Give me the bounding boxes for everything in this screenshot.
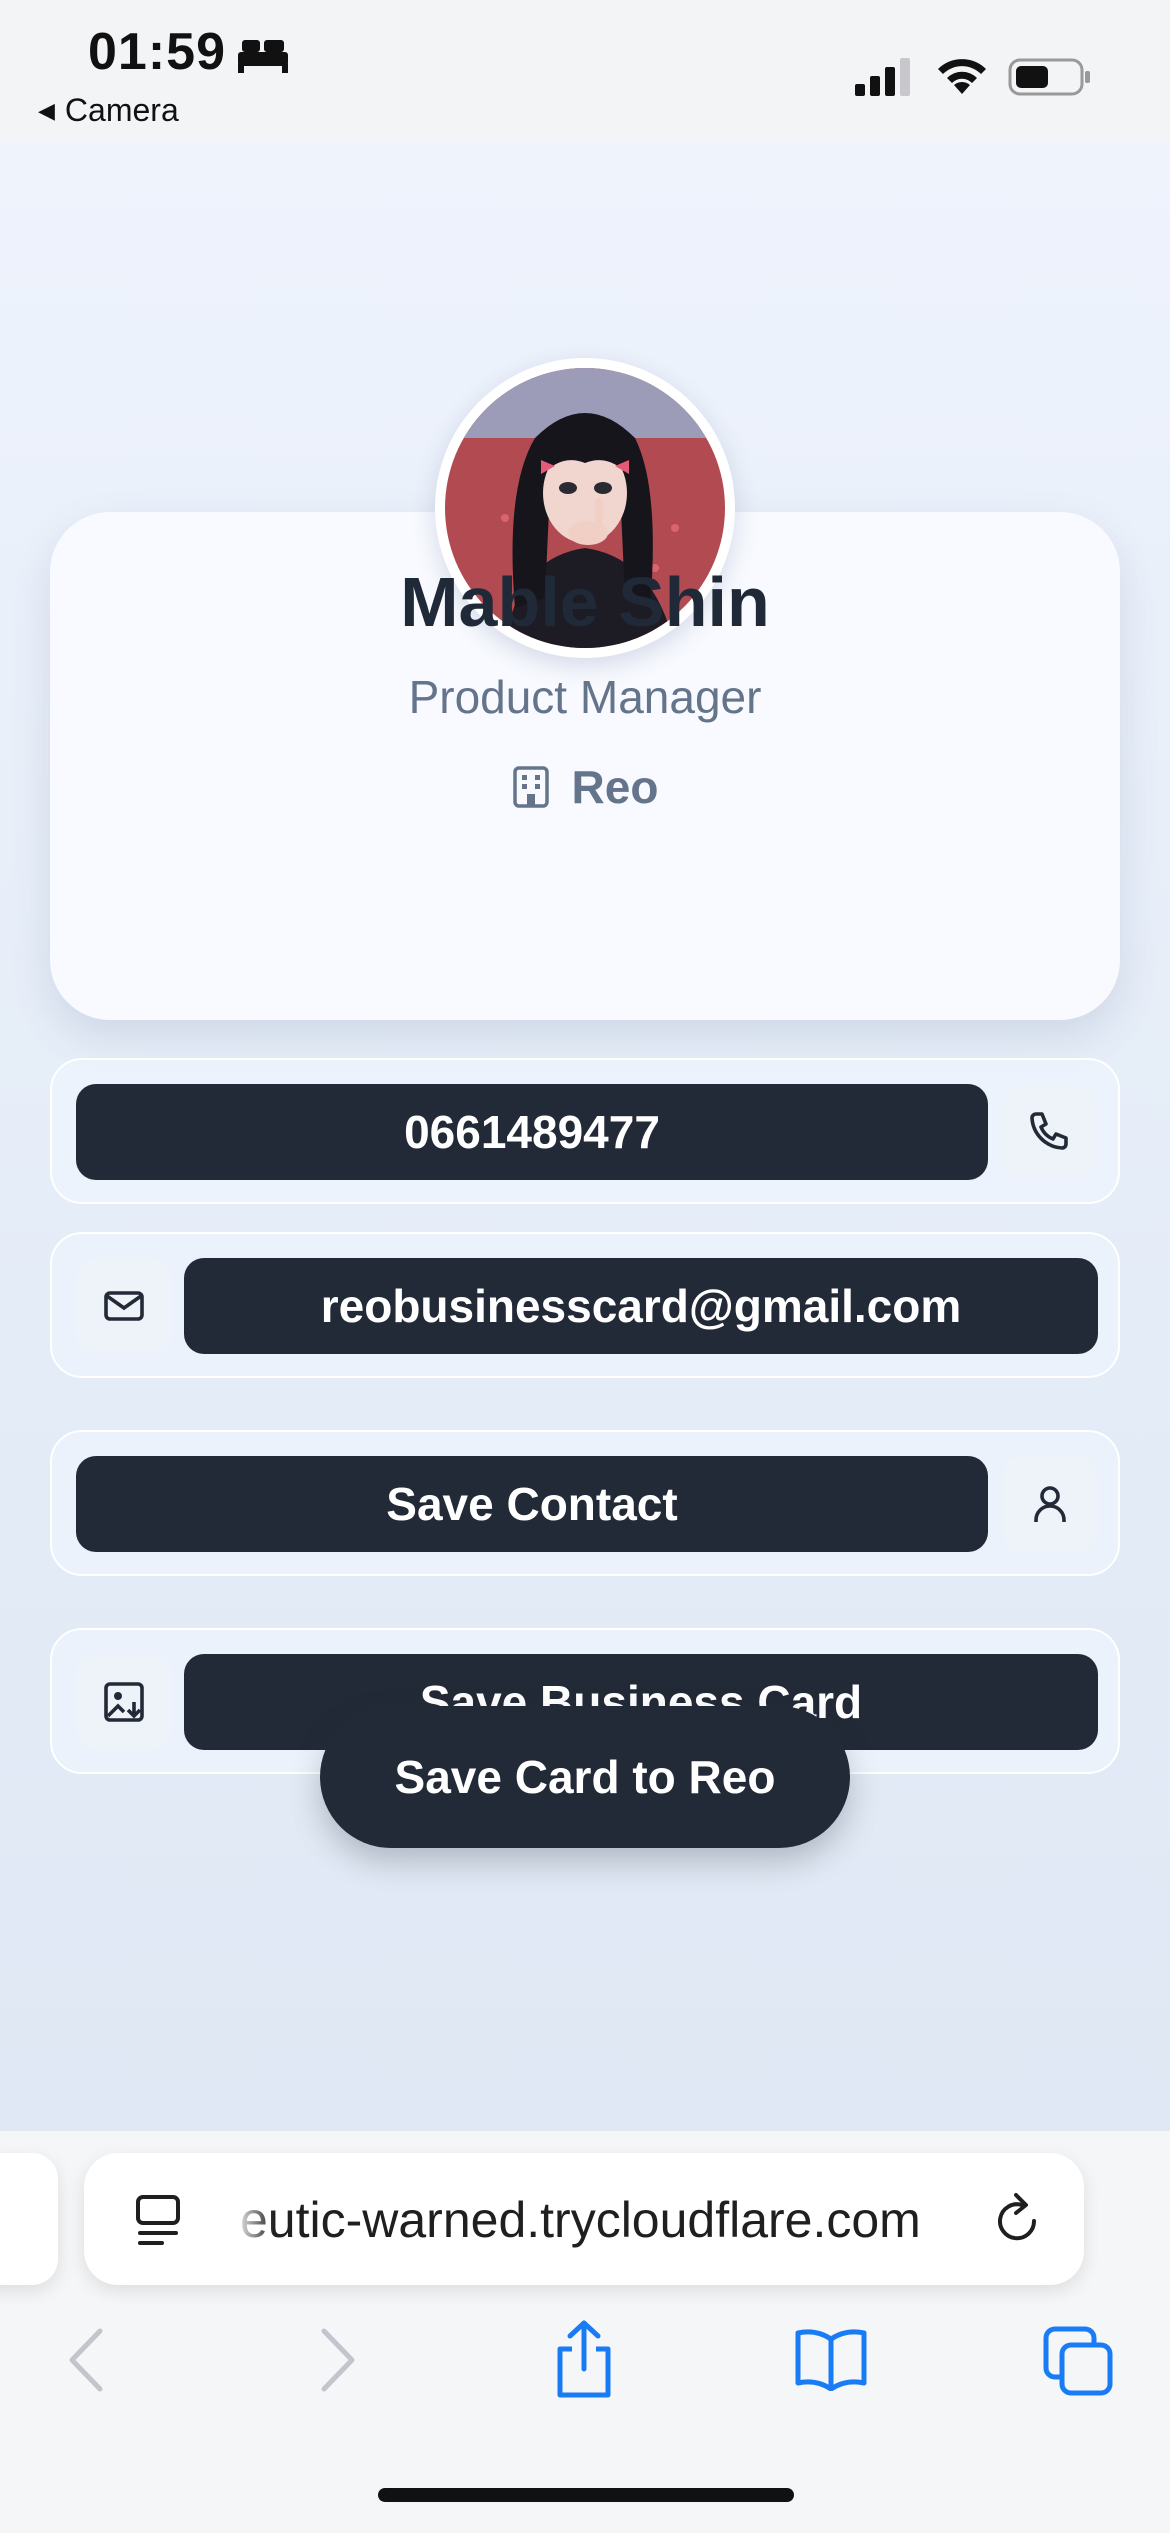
page-menu-icon[interactable] — [134, 2195, 184, 2249]
back-arrow-icon[interactable] — [64, 2325, 108, 2395]
previous-tab-preview[interactable] — [0, 2153, 58, 2285]
bookmarks-icon[interactable] — [794, 2327, 868, 2391]
browser-toolbar: eutic-warned.trycloudflare.com — [0, 2130, 1170, 2533]
url-fade — [234, 2183, 274, 2253]
building-icon — [512, 766, 549, 808]
back-app-label: Camera — [64, 92, 179, 128]
save-contact-button[interactable]: Save Contact — [76, 1456, 988, 1552]
image-download-button[interactable] — [76, 1654, 172, 1750]
back-to-camera-link[interactable]: ◀ Camera — [38, 92, 179, 129]
save-card-to-reo-button[interactable]: Save Card to Reo — [320, 1706, 850, 1848]
user-icon — [1034, 1486, 1066, 1522]
image-download-icon — [104, 1682, 144, 1722]
profile-title: Product Manager — [408, 671, 762, 723]
status-time: 01:59 — [88, 23, 226, 81]
back-triangle-icon: ◀ — [38, 98, 55, 123]
tabs-icon[interactable] — [1042, 2325, 1114, 2397]
company-name: Reo — [571, 761, 659, 813]
battery-icon — [1008, 58, 1090, 96]
email-button[interactable] — [76, 1258, 172, 1354]
phone-call-button[interactable] — [1002, 1084, 1098, 1180]
mail-icon — [104, 1291, 144, 1321]
profile-name: Mable Shin — [400, 563, 770, 641]
home-indicator — [378, 2488, 794, 2502]
address-bar[interactable]: eutic-warned.trycloudflare.com — [84, 2153, 1084, 2285]
wifi-icon — [938, 59, 986, 94]
sleep-bed-icon — [238, 40, 288, 73]
forward-arrow-icon[interactable] — [316, 2325, 360, 2395]
profile-company: Reo — [0, 760, 1170, 814]
save-contact-row: Save Contact — [50, 1430, 1120, 1576]
status-bar: 01:59 ◀ Camera — [0, 0, 1170, 142]
email-address-button[interactable]: reobusinesscard@gmail.com — [184, 1258, 1098, 1354]
reload-icon[interactable] — [992, 2191, 1042, 2247]
url-text: eutic-warned.trycloudflare.com — [240, 2192, 921, 2248]
share-icon[interactable] — [552, 2319, 616, 2399]
phone-row: 0661489477 — [50, 1058, 1120, 1204]
cellular-signal-icon — [855, 58, 910, 96]
phone-number-button[interactable]: 0661489477 — [76, 1084, 988, 1180]
email-row: reobusinesscard@gmail.com — [50, 1232, 1120, 1378]
contact-icon-button[interactable] — [1002, 1456, 1098, 1552]
phone-icon — [1030, 1112, 1068, 1150]
